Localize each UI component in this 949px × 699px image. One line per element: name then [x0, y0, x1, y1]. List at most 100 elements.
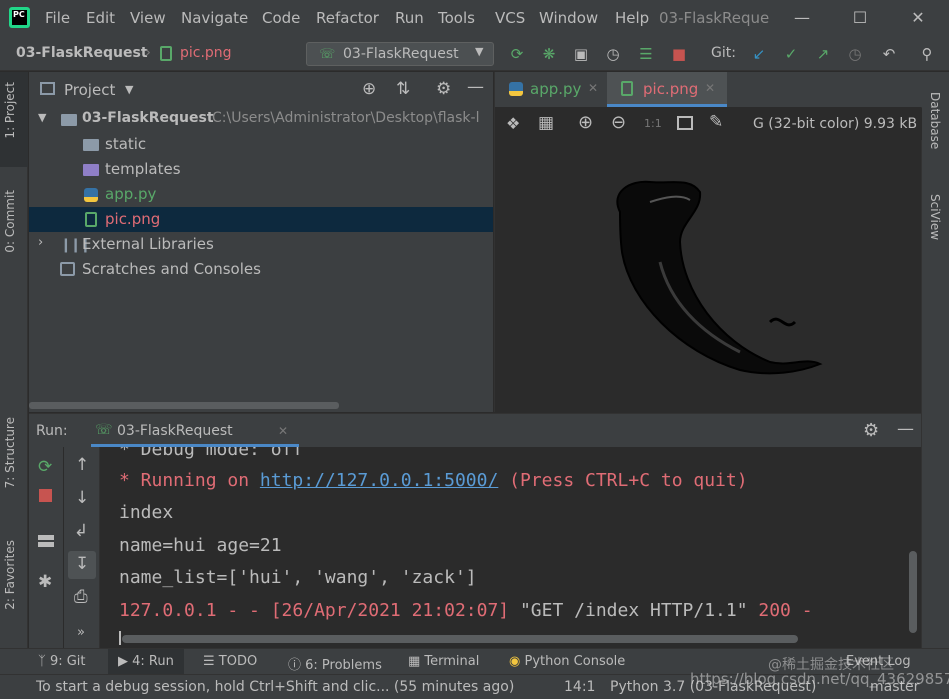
profile-icon[interactable]: ◷: [604, 45, 622, 63]
menu-run[interactable]: Run: [395, 9, 424, 27]
hide-panel-icon[interactable]: —: [467, 77, 484, 97]
run-panel-header: Run: ☏ 03-FlaskRequest ✕ ⚙ —: [29, 414, 921, 447]
tool-tab-git[interactable]: ᛉ 9: Git: [38, 654, 86, 669]
chevron-down-icon[interactable]: ▼: [38, 111, 46, 124]
soft-wrap-icon[interactable]: ↲: [74, 521, 88, 541]
more-actions-icon[interactable]: »: [77, 625, 85, 640]
tool-tab-label: 9: Git: [49, 654, 86, 669]
scroll-up-icon[interactable]: ↑: [75, 455, 89, 475]
run-tab-flaskrequest[interactable]: ☏ 03-FlaskRequest ✕: [91, 414, 299, 447]
scroll-to-end-icon: ↧: [75, 554, 90, 574]
gear-icon[interactable]: ⚙: [436, 79, 451, 99]
tree-row-templates[interactable]: templates: [29, 157, 493, 182]
tool-tab-commit[interactable]: 0: Commit: [3, 190, 17, 253]
scroll-down-icon[interactable]: ↓: [75, 488, 89, 508]
git-commit-icon[interactable]: ✓: [782, 45, 800, 63]
menu-help[interactable]: Help: [615, 9, 649, 27]
stop-icon[interactable]: ■: [670, 45, 688, 63]
tool-tab-structure[interactable]: 7: Structure: [3, 417, 17, 488]
todo-icon: ☰: [203, 654, 219, 669]
grid-icon[interactable]: ▦: [538, 113, 554, 133]
menu-code[interactable]: Code: [262, 9, 300, 27]
tree-row-static[interactable]: static: [29, 132, 493, 157]
minimize-icon[interactable]: —: [790, 6, 814, 30]
flask-logo-image: [616, 180, 823, 375]
git-history-icon[interactable]: ◷: [846, 45, 864, 63]
hide-panel-icon[interactable]: —: [897, 419, 914, 439]
search-everywhere-icon[interactable]: ⚲: [918, 45, 936, 63]
tool-tab-python-console[interactable]: ◉ Python Console: [509, 654, 625, 669]
tool-tab-favorites[interactable]: 2: Favorites: [3, 540, 17, 610]
debug-icon[interactable]: ❋: [540, 45, 558, 63]
caret-position[interactable]: 14:1: [564, 679, 595, 695]
console-horizontal-scrollbar[interactable]: [122, 635, 798, 643]
menu-tools[interactable]: Tools: [438, 9, 475, 27]
collapse-all-icon[interactable]: ⇅: [396, 79, 410, 99]
console-line: 127.0.0.1 - - [26/Apr/2021 21:02:07] "GE…: [119, 600, 813, 621]
tree-row-pic-png[interactable]: pic.png: [29, 207, 493, 232]
fit-to-window-icon[interactable]: ❖: [506, 114, 520, 133]
menu-file[interactable]: File: [45, 9, 70, 27]
menu-view[interactable]: View: [130, 9, 166, 27]
maximize-icon[interactable]: ☐: [848, 6, 872, 30]
print-icon[interactable]: ⎙: [74, 587, 88, 607]
menu-edit[interactable]: Edit: [86, 9, 115, 27]
close-icon[interactable]: ✕: [906, 6, 930, 30]
console-output[interactable]: * Debug mode: off * Running on http://12…: [101, 447, 921, 649]
status-message[interactable]: To start a debug session, hold Ctrl+Shif…: [36, 679, 526, 695]
tree-item-label: pic.png: [105, 210, 161, 228]
tool-tab-problems[interactable]: ⓘ 6: Problems: [288, 654, 382, 673]
project-horizontal-scrollbar[interactable]: [29, 402, 339, 409]
project-panel-title[interactable]: Project: [64, 81, 115, 99]
editor-tab-app-py[interactable]: app.py ✕: [495, 72, 605, 107]
chevron-right-icon[interactable]: ›: [38, 235, 43, 250]
tree-row-scratches[interactable]: Scratches and Consoles: [29, 257, 493, 282]
run-configuration-dropdown[interactable]: ☏ 03-FlaskRequest ▼: [306, 42, 494, 66]
tool-tab-terminal[interactable]: ▦ Terminal: [408, 654, 479, 669]
chevron-down-icon[interactable]: ▼: [125, 83, 133, 96]
menu-refactor[interactable]: Refactor: [316, 9, 379, 27]
zoom-out-icon[interactable]: ⊖: [611, 112, 626, 133]
run-list-icon[interactable]: ☰: [637, 45, 655, 63]
close-tab-icon[interactable]: ✕: [705, 81, 715, 95]
layout-icon[interactable]: [38, 535, 54, 547]
zoom-in-icon[interactable]: ⊕: [578, 112, 593, 133]
locate-file-icon[interactable]: ⊕: [362, 79, 376, 99]
editor-tab-pic-png[interactable]: pic.png ✕: [607, 72, 727, 107]
close-tab-icon[interactable]: ✕: [588, 81, 598, 95]
chevron-down-icon: ▼: [475, 45, 484, 58]
breadcrumb-file[interactable]: pic.png: [180, 45, 232, 61]
git-push-icon[interactable]: ↗: [814, 45, 832, 63]
breadcrumb-project[interactable]: 03-FlaskRequest: [16, 45, 148, 61]
breadcrumb-separator-icon: ›: [145, 43, 151, 61]
git-update-icon[interactable]: ↙: [750, 45, 768, 63]
tool-tab-database[interactable]: Database: [928, 92, 942, 149]
tool-tab-project[interactable]: 1: Project: [3, 82, 17, 139]
server-url-link[interactable]: http://127.0.0.1:5000/: [260, 470, 498, 491]
tree-row-root[interactable]: ▼ 03-FlaskRequest C:\Users\Administrator…: [29, 107, 493, 132]
scratches-icon: [60, 262, 75, 276]
tool-tab-sciview[interactable]: SciView: [928, 194, 942, 240]
gear-icon[interactable]: ⚙: [863, 420, 879, 441]
tree-row-app-py[interactable]: app.py: [29, 182, 493, 207]
rerun-icon[interactable]: ⟳: [38, 457, 52, 477]
git-rollback-icon[interactable]: ↶: [880, 45, 898, 63]
menu-navigate[interactable]: Navigate: [181, 9, 248, 27]
tree-row-external-libraries[interactable]: › ❙❙❙ External Libraries: [29, 232, 493, 257]
tool-tab-label: Terminal: [424, 654, 480, 669]
stop-icon[interactable]: [39, 489, 52, 502]
tool-tab-run[interactable]: ▶ 4: Run: [118, 654, 174, 669]
coverage-icon[interactable]: ▣: [572, 45, 590, 63]
actual-size-label[interactable]: 1:1: [644, 117, 662, 130]
color-picker-icon[interactable]: ✎: [709, 112, 723, 132]
rerun-icon[interactable]: ⟳: [508, 45, 526, 63]
background-icon[interactable]: [677, 116, 693, 130]
menu-window[interactable]: Window: [539, 9, 598, 27]
close-tab-icon[interactable]: ✕: [278, 424, 288, 438]
menu-vcs[interactable]: VCS: [495, 9, 525, 27]
pin-icon[interactable]: ✱: [38, 572, 52, 592]
console-vertical-scrollbar[interactable]: [909, 551, 917, 633]
tool-tab-todo[interactable]: ☰ TODO: [203, 654, 257, 669]
editor-tab-label: app.py: [530, 80, 582, 98]
folder-icon: [83, 139, 99, 151]
